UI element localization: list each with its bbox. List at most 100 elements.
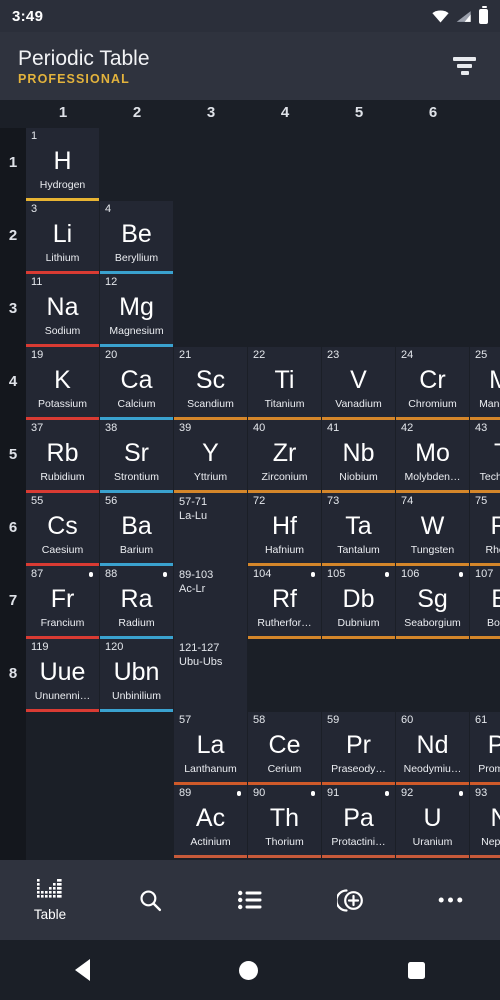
element-cell[interactable]: 60 Nd Neodymiu…: [396, 712, 469, 785]
atomic-number: 107: [475, 568, 494, 580]
element-cell[interactable]: 61 Pm Promethium: [470, 712, 500, 785]
element-cell[interactable]: 38 Sr Strontium: [100, 420, 173, 493]
filter-bar-mid: [457, 64, 472, 68]
atomic-number: 120: [105, 641, 124, 653]
android-system-nav[interactable]: [0, 940, 500, 1000]
element-cell[interactable]: 43 Tc Technetium: [470, 420, 500, 493]
element-symbol: Ac: [195, 804, 226, 832]
element-grid[interactable]: 1 H Hydrogen 3 Li Lithium 4 Be Beryllium 11 Na Sodi…: [26, 128, 500, 860]
atomic-number: 90: [253, 787, 266, 799]
category-color-bar: [248, 854, 321, 858]
element-cell[interactable]: 40 Zr Zirconium: [248, 420, 321, 493]
element-cell[interactable]: 106 Sg Seaborgium: [396, 566, 469, 639]
element-symbol: Mn: [489, 366, 500, 394]
element-cell[interactable]: 20 Ca Calcium: [100, 347, 173, 420]
element-cell[interactable]: 105 Db Dubnium: [322, 566, 395, 639]
element-cell[interactable]: 107 Bh Bohrium: [470, 566, 500, 639]
nav-item-search[interactable]: [100, 860, 200, 940]
category-color-bar: [248, 635, 321, 639]
element-cell[interactable]: 89 Ac Actinium: [174, 785, 247, 858]
element-cell[interactable]: 92 U Uranium: [396, 785, 469, 858]
series-placeholder-cell[interactable]: 57-71 La-Lu: [174, 493, 247, 566]
element-cell[interactable]: 75Re Rhenium: [470, 493, 500, 566]
element-symbol: Zr: [272, 439, 297, 467]
element-symbol: La: [196, 731, 225, 759]
element-symbol: Ra: [120, 585, 153, 613]
atomic-number: 92: [401, 787, 414, 799]
element-cell[interactable]: 88 Ra Radium: [100, 566, 173, 639]
element-cell[interactable]: 119 Uue Ununenni…: [26, 639, 99, 712]
bottom-navigation[interactable]: Table: [0, 860, 500, 940]
element-cell[interactable]: 39 Y Yttrium: [174, 420, 247, 493]
element-symbol: Bh: [491, 585, 500, 613]
element-name: Chromium: [408, 398, 457, 410]
element-cell[interactable]: 93Np Neptunium: [470, 785, 500, 858]
atomic-number: 89: [179, 787, 192, 799]
atomic-number: 24: [401, 349, 414, 361]
element-cell[interactable]: 1 H Hydrogen: [26, 128, 99, 201]
placeholder-range: 121-127: [179, 642, 220, 654]
element-cell[interactable]: 11 Na Sodium: [26, 274, 99, 347]
nav-item-isotopes[interactable]: [300, 860, 400, 940]
element-cell[interactable]: 58 Ce Cerium: [248, 712, 321, 785]
element-cell[interactable]: 91 Pa Protactini…: [322, 785, 395, 858]
column-header-6: 6: [428, 104, 438, 121]
element-cell[interactable]: 55 Cs Caesium: [26, 493, 99, 566]
element-cell[interactable]: 74 W Tungsten: [396, 493, 469, 566]
element-symbol: Hf: [272, 512, 297, 540]
element-cell[interactable]: 73 Ta Tantalum: [322, 493, 395, 566]
element-cell[interactable]: 37 Rb Rubidium: [26, 420, 99, 493]
element-cell[interactable]: 3 Li Lithium: [26, 201, 99, 274]
filter-icon[interactable]: [447, 51, 482, 81]
element-symbol: Pa: [343, 804, 374, 832]
column-header-2: 2: [132, 104, 142, 121]
element-symbol: Fr: [50, 585, 75, 613]
column-header-3: 3: [206, 104, 216, 121]
element-cell[interactable]: 72 Hf Hafnium: [248, 493, 321, 566]
element-symbol: Sg: [417, 585, 448, 613]
category-color-bar: [396, 854, 469, 858]
radioactive-indicator-icon: [384, 791, 389, 796]
element-cell[interactable]: 21 Sc Scandium: [174, 347, 247, 420]
element-cell[interactable]: 23 V Vanadium: [322, 347, 395, 420]
series-placeholder-cell[interactable]: 121-127 Ubu-Ubs: [174, 639, 247, 712]
category-color-bar: [470, 635, 500, 639]
element-cell[interactable]: 24 Cr Chromium: [396, 347, 469, 420]
atomic-number: 11: [31, 276, 43, 288]
filter-bar-top: [453, 57, 476, 61]
element-symbol: Ta: [345, 512, 372, 540]
element-cell[interactable]: 59 Pr Praseody…: [322, 712, 395, 785]
radioactive-indicator-icon: [88, 572, 93, 577]
element-cell[interactable]: 41 Nb Niobium: [322, 420, 395, 493]
element-cell[interactable]: 12 Mg Magnesium: [100, 274, 173, 347]
element-cell[interactable]: 87 Fr Francium: [26, 566, 99, 639]
recents-icon[interactable]: [408, 961, 426, 979]
back-icon[interactable]: [74, 959, 90, 981]
element-name: Barium: [119, 544, 154, 556]
column-header-7: 7: [470, 104, 500, 121]
nav-item-list[interactable]: [200, 860, 300, 940]
placeholder-symbols: La-Lu: [179, 510, 208, 522]
nav-item-table[interactable]: Table: [0, 860, 100, 940]
radioactive-indicator-icon: [162, 572, 167, 577]
element-cell[interactable]: 56 Ba Barium: [100, 493, 173, 566]
element-cell[interactable]: 120 Ubn Unbinilium: [100, 639, 173, 712]
element-cell[interactable]: 104 Rf Rutherfor…: [248, 566, 321, 639]
series-placeholder-cell[interactable]: 89-103 Ac-Lr: [174, 566, 247, 639]
element-cell[interactable]: 90 Th Thorium: [248, 785, 321, 858]
element-cell[interactable]: 57 La Lanthanum: [174, 712, 247, 785]
element-cell[interactable]: 22 Ti Titanium: [248, 347, 321, 420]
nav-item-more[interactable]: [400, 860, 500, 940]
placeholder-symbols: Ubu-Ubs: [179, 656, 223, 668]
atomic-number: 75: [475, 495, 488, 507]
element-cell[interactable]: 25Mn Manganese: [470, 347, 500, 420]
element-name: Calcium: [117, 398, 156, 410]
element-name: Rubidium: [40, 471, 85, 483]
home-icon[interactable]: [239, 960, 259, 980]
periodic-table[interactable]: 1234567 12345678 1HHydrogen3LiLithium4Be…: [0, 100, 500, 860]
element-cell[interactable]: 4 Be Beryllium: [100, 201, 173, 274]
element-cell[interactable]: 19 K Potassium: [26, 347, 99, 420]
element-name: Actinium: [190, 836, 231, 848]
element-cell[interactable]: 42 Mo Molybden…: [396, 420, 469, 493]
battery-icon: [479, 5, 488, 24]
